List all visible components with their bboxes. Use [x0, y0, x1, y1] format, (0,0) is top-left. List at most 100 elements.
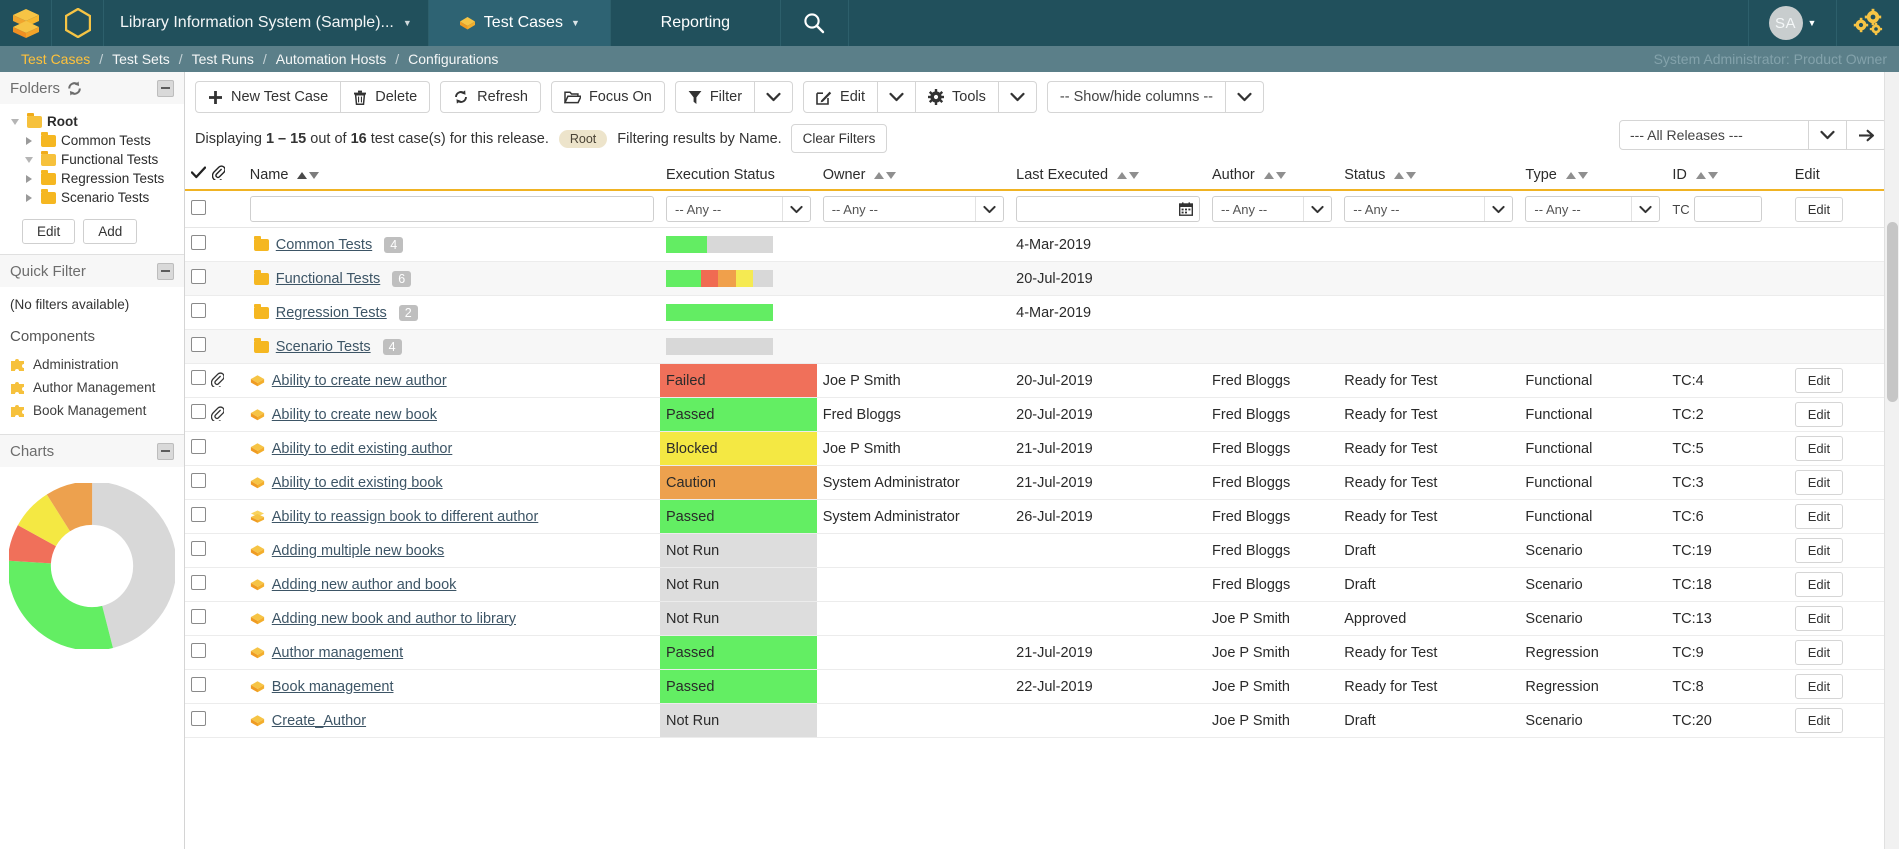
row-checkbox[interactable] [191, 507, 206, 522]
chevron-down-icon[interactable] [1303, 197, 1331, 221]
row-select-cell[interactable] [185, 228, 244, 262]
row-checkbox[interactable] [191, 370, 206, 385]
focus-on-button[interactable]: Focus On [551, 81, 665, 113]
name-filter-input[interactable] [250, 196, 654, 222]
row-checkbox[interactable] [191, 609, 206, 624]
row-edit-cell[interactable]: Edit [1789, 704, 1899, 738]
row-checkbox[interactable] [191, 303, 206, 318]
row-select-cell[interactable] [185, 602, 244, 636]
row-name-link[interactable]: Adding new book and author to library [272, 611, 516, 627]
refresh-button[interactable]: Refresh [440, 81, 541, 113]
th-owner[interactable]: Owner [817, 161, 1010, 190]
row-edit-cell[interactable]: Edit [1789, 670, 1899, 704]
row-checkbox[interactable] [191, 473, 206, 488]
row-edit-button[interactable]: Edit [1795, 538, 1843, 563]
product-selector[interactable]: Library Information System (Sample)... ▼ [104, 0, 429, 46]
sort-arrows-icon[interactable] [297, 172, 319, 179]
row-name-cell[interactable]: Common Tests4 [244, 228, 660, 262]
row-edit-cell[interactable]: Edit [1789, 500, 1899, 534]
row-name-link[interactable]: Ability to create new book [272, 407, 437, 423]
filter-id-cell[interactable]: TC [1666, 190, 1788, 228]
table-row[interactable]: Ability to edit existing bookCautionSyst… [185, 466, 1899, 500]
folder-node-common-tests[interactable]: Common Tests [6, 131, 184, 150]
row-checkbox[interactable] [191, 439, 206, 454]
row-select-cell[interactable] [185, 364, 244, 398]
component-item-author-management[interactable]: Author Management [10, 376, 174, 399]
filter-last-executed-cell[interactable] [1010, 190, 1206, 228]
row-select-cell[interactable] [185, 330, 244, 364]
row-checkbox[interactable] [191, 235, 206, 250]
release-apply-button[interactable] [1847, 120, 1887, 150]
author-filter-select[interactable]: -- Any -- [1212, 196, 1332, 222]
row-edit-cell[interactable]: Edit [1789, 398, 1899, 432]
quick-filter-collapse-toggle[interactable] [157, 263, 174, 280]
folder-node-scenario-tests[interactable]: Scenario Tests [6, 188, 184, 207]
filter-type-cell[interactable]: -- Any -- [1519, 190, 1666, 228]
table-row[interactable]: Ability to create new authorFailedJoe P … [185, 364, 1899, 398]
row-name-link[interactable]: Ability to create new author [272, 373, 447, 389]
component-item-book-management[interactable]: Book Management [10, 399, 174, 422]
row-name-link[interactable]: Ability to reassign book to different au… [272, 509, 539, 525]
row-name-cell[interactable]: Scenario Tests4 [244, 330, 660, 364]
sort-arrows-icon[interactable] [874, 172, 896, 179]
release-dropdown-toggle[interactable] [1809, 120, 1847, 150]
table-row[interactable]: Adding new author and bookNot RunFred Bl… [185, 568, 1899, 602]
last-executed-filter-date[interactable] [1016, 196, 1200, 222]
row-select-cell[interactable] [185, 704, 244, 738]
edit-dropdown-toggle[interactable] [878, 81, 916, 113]
tools-button[interactable]: Tools [916, 81, 999, 113]
filter-status-cell[interactable]: -- Any -- [1338, 190, 1519, 228]
table-row[interactable]: Ability to reassign book to different au… [185, 500, 1899, 534]
sort-arrows-icon[interactable] [1264, 172, 1286, 179]
row-checkbox[interactable] [191, 337, 206, 352]
settings-button[interactable] [1837, 0, 1899, 46]
th-author[interactable]: Author [1206, 161, 1338, 190]
row-name-cell[interactable]: Adding new book and author to library [244, 602, 660, 636]
row-edit-button[interactable]: Edit [1795, 708, 1843, 733]
row-name-cell[interactable]: Create_Author [244, 704, 660, 738]
folder-edit-button[interactable]: Edit [22, 219, 75, 244]
table-row[interactable]: Book managementPassed22-Jul-2019Joe P Sm… [185, 670, 1899, 704]
row-edit-cell[interactable]: Edit [1789, 534, 1899, 568]
th-status[interactable]: Status [1338, 161, 1519, 190]
row-name-cell[interactable]: Author management [244, 636, 660, 670]
row-name-link[interactable]: Ability to edit existing book [272, 475, 443, 491]
breadcrumb-item-configurations[interactable]: Configurations [399, 51, 507, 67]
table-row[interactable]: Create_AuthorNot RunJoe P SmithDraftScen… [185, 704, 1899, 738]
table-row[interactable]: Common Tests44-Mar-2019 [185, 228, 1899, 262]
component-item-administration[interactable]: Administration [10, 353, 174, 376]
row-name-cell[interactable]: Functional Tests6 [244, 262, 660, 296]
row-name-cell[interactable]: Ability to edit existing author [244, 432, 660, 466]
row-edit-cell[interactable]: Edit [1789, 568, 1899, 602]
sort-arrows-icon[interactable] [1566, 172, 1588, 179]
filter-owner-cell[interactable]: -- Any -- [817, 190, 1010, 228]
nav-test-cases[interactable]: Test Cases ▼ [429, 0, 611, 46]
row-checkbox[interactable] [191, 404, 206, 419]
breadcrumb-item-test-cases[interactable]: Test Cases [12, 51, 99, 67]
row-edit-button[interactable]: Edit [1795, 436, 1843, 461]
nav-reporting[interactable]: Reporting [611, 0, 781, 46]
sort-arrows-icon[interactable] [1394, 172, 1416, 179]
user-menu[interactable]: SA ▼ [1749, 0, 1837, 46]
row-name-link[interactable]: Ability to edit existing author [272, 441, 453, 457]
row-name-cell[interactable]: Adding new author and book [244, 568, 660, 602]
new-test-case-button[interactable]: New Test Case [195, 81, 341, 113]
row-name-link[interactable]: Adding multiple new books [272, 543, 445, 559]
filter-edit-button[interactable]: Edit [1795, 197, 1843, 222]
table-row[interactable]: Ability to create new bookPassedFred Blo… [185, 398, 1899, 432]
row-checkbox[interactable] [191, 643, 206, 658]
table-row[interactable]: Adding new book and author to libraryNot… [185, 602, 1899, 636]
row-edit-button[interactable]: Edit [1795, 470, 1843, 495]
expand-arrow-icon[interactable] [22, 157, 36, 163]
charts-collapse-toggle[interactable] [157, 443, 174, 460]
app-logo[interactable] [0, 0, 52, 46]
row-name-link[interactable]: Functional Tests [276, 271, 381, 287]
row-name-link[interactable]: Create_Author [272, 713, 366, 729]
expand-arrow-icon[interactable] [22, 137, 36, 145]
show-hide-columns-toggle[interactable] [1226, 81, 1264, 113]
th-type[interactable]: Type [1519, 161, 1666, 190]
filter-dropdown-toggle[interactable] [755, 81, 793, 113]
execution-status-filter-select[interactable]: -- Any -- [666, 196, 811, 222]
row-checkbox[interactable] [191, 677, 206, 692]
row-name-link[interactable]: Scenario Tests [276, 339, 371, 355]
